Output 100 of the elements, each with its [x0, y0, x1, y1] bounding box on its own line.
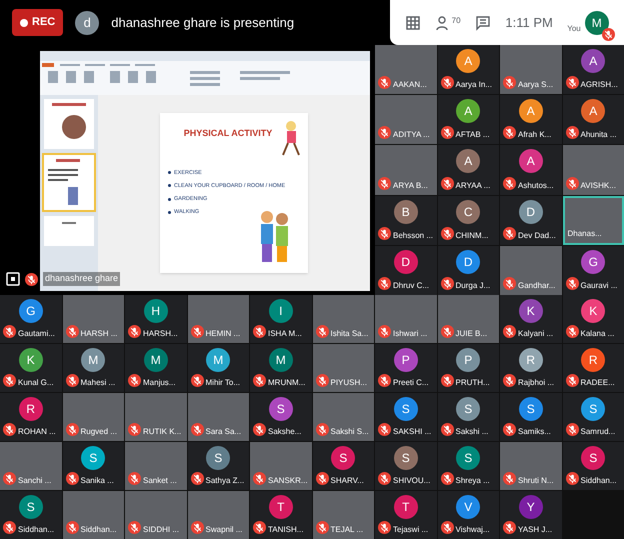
participant-name: HARSH... — [143, 330, 178, 338]
participant-avatar: P — [456, 348, 480, 372]
participant-name: Kalyani ... — [518, 330, 554, 338]
participant-name: AAKAN... — [393, 81, 427, 90]
participant-avatar: S — [581, 446, 606, 470]
participant-name: Vishwaj... — [456, 526, 490, 534]
clock-time: 1:11 PM — [505, 14, 553, 32]
participant-name: Gautami... — [18, 330, 55, 338]
participant-avatar: M — [268, 348, 293, 372]
participant-avatar: A — [456, 99, 480, 124]
participant-name: Dhruv C... — [393, 282, 430, 290]
participant-name: Aarya S... — [518, 81, 554, 90]
participant-name: ISHA M... — [268, 330, 302, 338]
participant-name: Sakshi S... — [330, 428, 369, 436]
participant-avatar: A — [456, 149, 480, 174]
participant-avatar: M — [206, 348, 230, 372]
participant-name: Dev Dad... — [518, 232, 556, 240]
participant-avatar: M — [81, 348, 106, 372]
participant-avatar: H — [144, 299, 168, 323]
record-dot-icon — [20, 18, 28, 26]
participant-name: ARYAA ... — [456, 182, 490, 190]
participant-avatar: S — [394, 397, 418, 421]
participant-name: Mihir To... — [206, 379, 240, 387]
participant-name: Swapnil ... — [206, 526, 242, 534]
participant-avatar: D — [456, 250, 480, 274]
participant-avatar: D — [518, 200, 543, 224]
participant-name: Shreya ... — [456, 477, 490, 485]
participant-avatar: A — [581, 49, 606, 73]
participant-name: TEJAL ... — [330, 526, 364, 534]
presenter-avatar: d — [75, 10, 100, 34]
participant-name: Sakshe... — [268, 428, 302, 436]
participant-count: 70 — [452, 14, 461, 26]
participant-name: Gauravi ... — [580, 282, 618, 290]
presenting-status: dhanashree ghare is presenting — [111, 14, 294, 32]
participant-name: Siddhan... — [18, 526, 54, 534]
participant-name: SANSKR... — [268, 477, 308, 485]
participant-name: PRUTH... — [456, 379, 490, 387]
slide-title: PHYSICAL ACTIVITY — [184, 127, 272, 140]
participant-name: CHINM... — [456, 232, 488, 240]
recording-badge: REC — [12, 9, 64, 36]
participant-name: Siddhan... — [580, 477, 617, 485]
slide-thumbnail[interactable] — [44, 99, 94, 149]
participant-name: TANISH... — [268, 526, 304, 534]
participant-name: Tejaswi ... — [393, 526, 428, 534]
participant-avatar: G — [18, 299, 43, 323]
participant-name: JUIE B... — [456, 330, 488, 338]
participant-name: SHIVOU... — [393, 477, 430, 485]
participant-avatar: S — [81, 446, 106, 470]
participant-name: Aarya In... — [456, 81, 492, 90]
participant-name: SIDDHI ... — [143, 526, 180, 534]
participant-name: Dhanas... — [568, 230, 602, 238]
participant-name: HARSH ... — [80, 330, 118, 338]
participant-avatar: A — [518, 99, 543, 124]
self-avatar: M — [584, 10, 609, 34]
participant-avatar: D — [394, 250, 418, 274]
participant-avatar: S — [518, 397, 543, 421]
participant-avatar: S — [581, 397, 606, 421]
participant-name: Sanchi ... — [18, 477, 52, 485]
slide-thumbnail[interactable] — [44, 155, 94, 210]
participant-avatar: S — [206, 446, 230, 470]
participant-avatar: K — [18, 348, 43, 372]
participant-avatar: S — [394, 446, 418, 470]
participant-name: Samrud... — [580, 428, 616, 436]
bullet-icon — [168, 184, 171, 188]
participant-name: Rugved ... — [80, 428, 117, 436]
participant-name: Sakshi ... — [456, 428, 488, 436]
participant-name: Sathya Z... — [206, 477, 244, 485]
participant-avatar: C — [456, 200, 480, 224]
grid-layout-icon[interactable] — [405, 14, 422, 30]
bullet-icon — [168, 198, 171, 201]
participant-avatar: I — [268, 299, 293, 323]
participant-avatar: T — [394, 495, 418, 519]
participant-name: Kunal G... — [18, 379, 54, 387]
participant-name: SAKSHI ... — [393, 428, 432, 436]
participant-avatar: M — [144, 348, 168, 372]
participant-name: Ashutos... — [518, 182, 554, 190]
participant-name: PIYUSH... — [330, 379, 367, 387]
self-label: You — [567, 22, 581, 34]
participant-avatar: G — [581, 250, 606, 274]
participant-name: Mahesi ... — [80, 379, 116, 387]
participant-avatar: S — [456, 397, 480, 421]
participant-name: Behsson ... — [393, 232, 434, 240]
participant-name: Samiks... — [518, 428, 551, 436]
participant-avatar: R — [581, 348, 606, 372]
participant-name: Gandhar... — [518, 282, 556, 290]
participant-avatar: S — [456, 446, 480, 470]
participant-name: Kalana ... — [580, 330, 614, 338]
chat-icon[interactable] — [474, 14, 491, 30]
participant-name: MRUNM... — [268, 379, 306, 387]
slide-thumbnail[interactable] — [44, 216, 94, 246]
presenter-name: dhanashree ghare — [43, 272, 120, 286]
participant-name: RUTIK K... — [143, 428, 182, 436]
participant-avatar: P — [394, 348, 418, 372]
participant-avatar: R — [18, 397, 43, 421]
participant-name: Afrah K... — [518, 131, 552, 140]
participant-name: ARYA B... — [393, 182, 428, 190]
participant-name: Manjus... — [143, 379, 176, 387]
bullet-icon — [168, 210, 171, 214]
participant-name: Sara Sa... — [206, 428, 242, 436]
participant-name: YASH J... — [518, 526, 552, 534]
